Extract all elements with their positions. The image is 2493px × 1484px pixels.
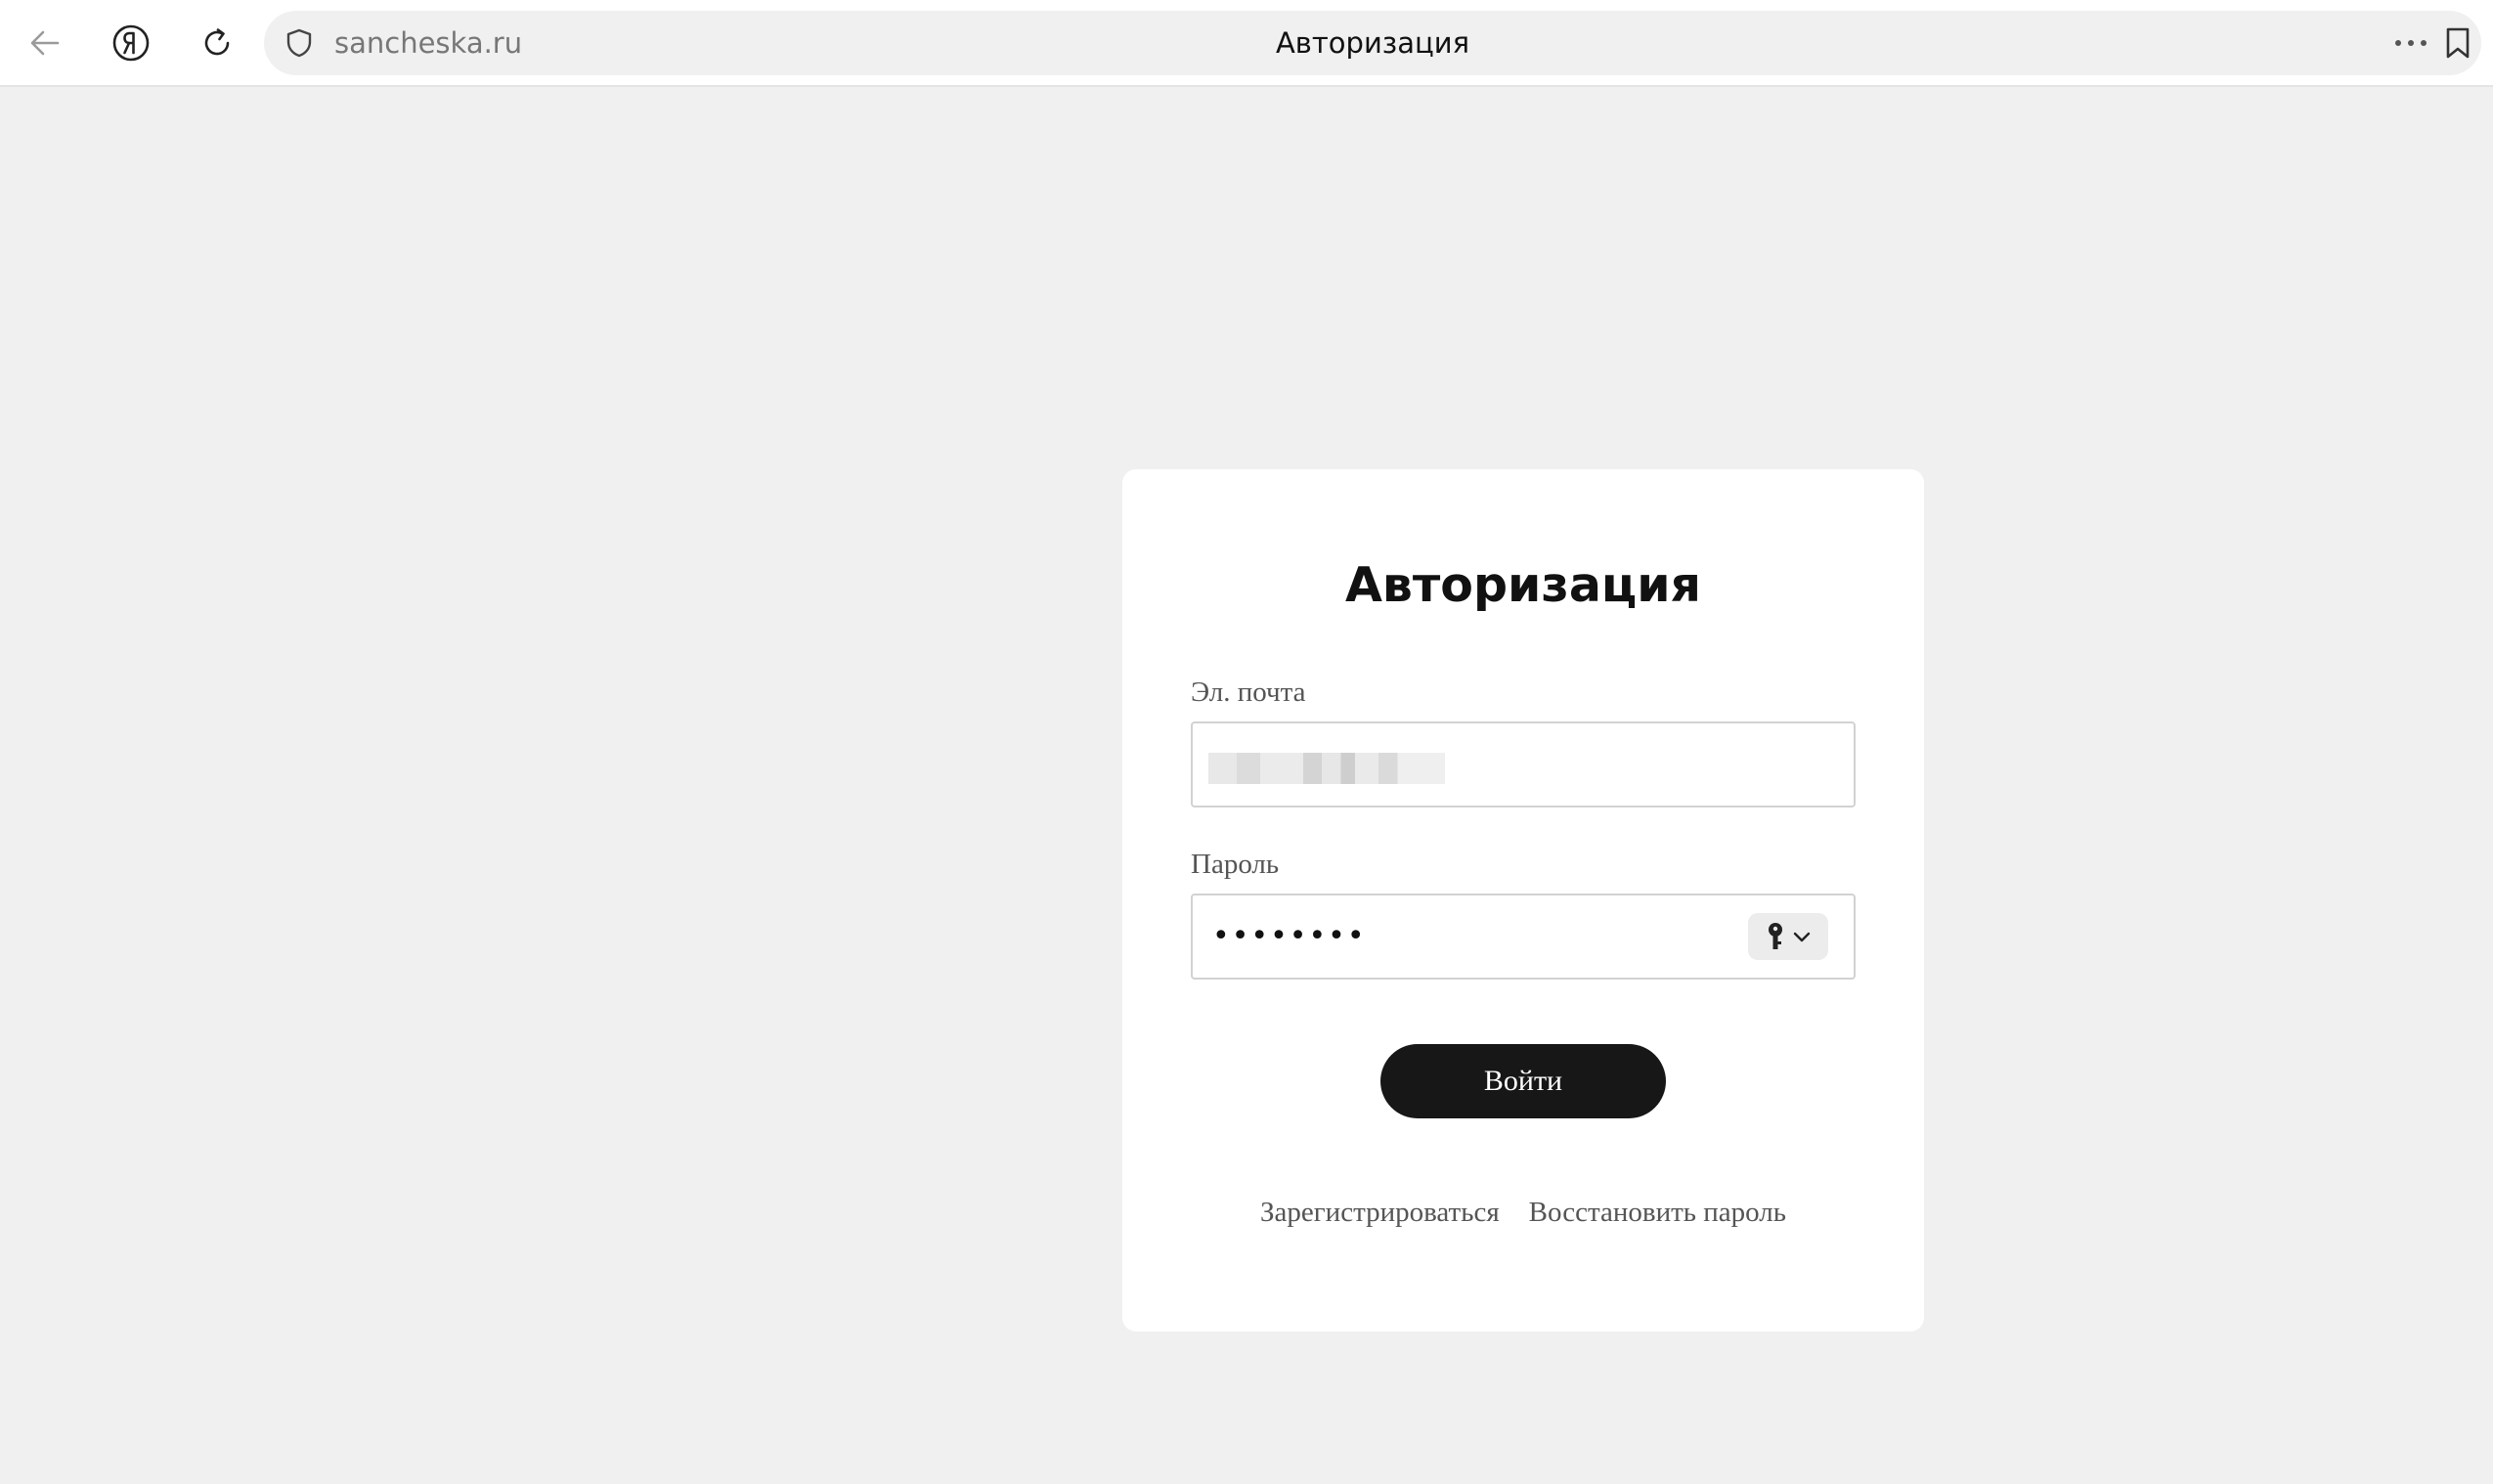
password-field[interactable]: •••••••• — [1191, 894, 1856, 980]
browser-toolbar: sancheska.ru Авторизация — [0, 0, 2493, 87]
reload-button[interactable] — [188, 14, 246, 72]
yandex-logo-icon — [112, 24, 150, 62]
register-link[interactable]: Зарегистрироваться — [1260, 1197, 1500, 1228]
arrow-left-icon — [30, 30, 60, 56]
email-field[interactable] — [1191, 721, 1856, 807]
back-button[interactable] — [16, 14, 74, 72]
auth-links: Зарегистрироваться Восстановить пароль — [1122, 1197, 1924, 1229]
shield-icon[interactable] — [284, 27, 315, 59]
login-button[interactable]: Войти — [1380, 1044, 1666, 1118]
reload-icon — [204, 28, 230, 56]
email-input[interactable] — [1193, 723, 1854, 806]
password-label: Пароль — [1191, 849, 1280, 880]
yandex-button[interactable] — [102, 14, 160, 72]
email-label: Эл. почта — [1191, 677, 1306, 708]
password-manager-button[interactable] — [1748, 913, 1828, 960]
address-bar[interactable]: sancheska.ru Авторизация — [264, 11, 2481, 75]
key-icon — [1769, 923, 1782, 949]
restore-password-link[interactable]: Восстановить пароль — [1529, 1197, 1786, 1228]
chevron-down-icon — [1793, 932, 1811, 942]
address-url[interactable]: sancheska.ru — [334, 11, 522, 75]
page-title: Авторизация — [1344, 557, 1702, 613]
login-card: Авторизация Эл. почта Пароль •••••••• Во… — [1122, 469, 1924, 1331]
bookmark-button[interactable] — [2434, 20, 2481, 66]
tab-page-title: Авторизация — [1275, 26, 1470, 60]
more-menu-button[interactable] — [2391, 23, 2430, 63]
more-dots-icon — [2395, 40, 2427, 46]
bookmark-icon — [2446, 27, 2470, 59]
